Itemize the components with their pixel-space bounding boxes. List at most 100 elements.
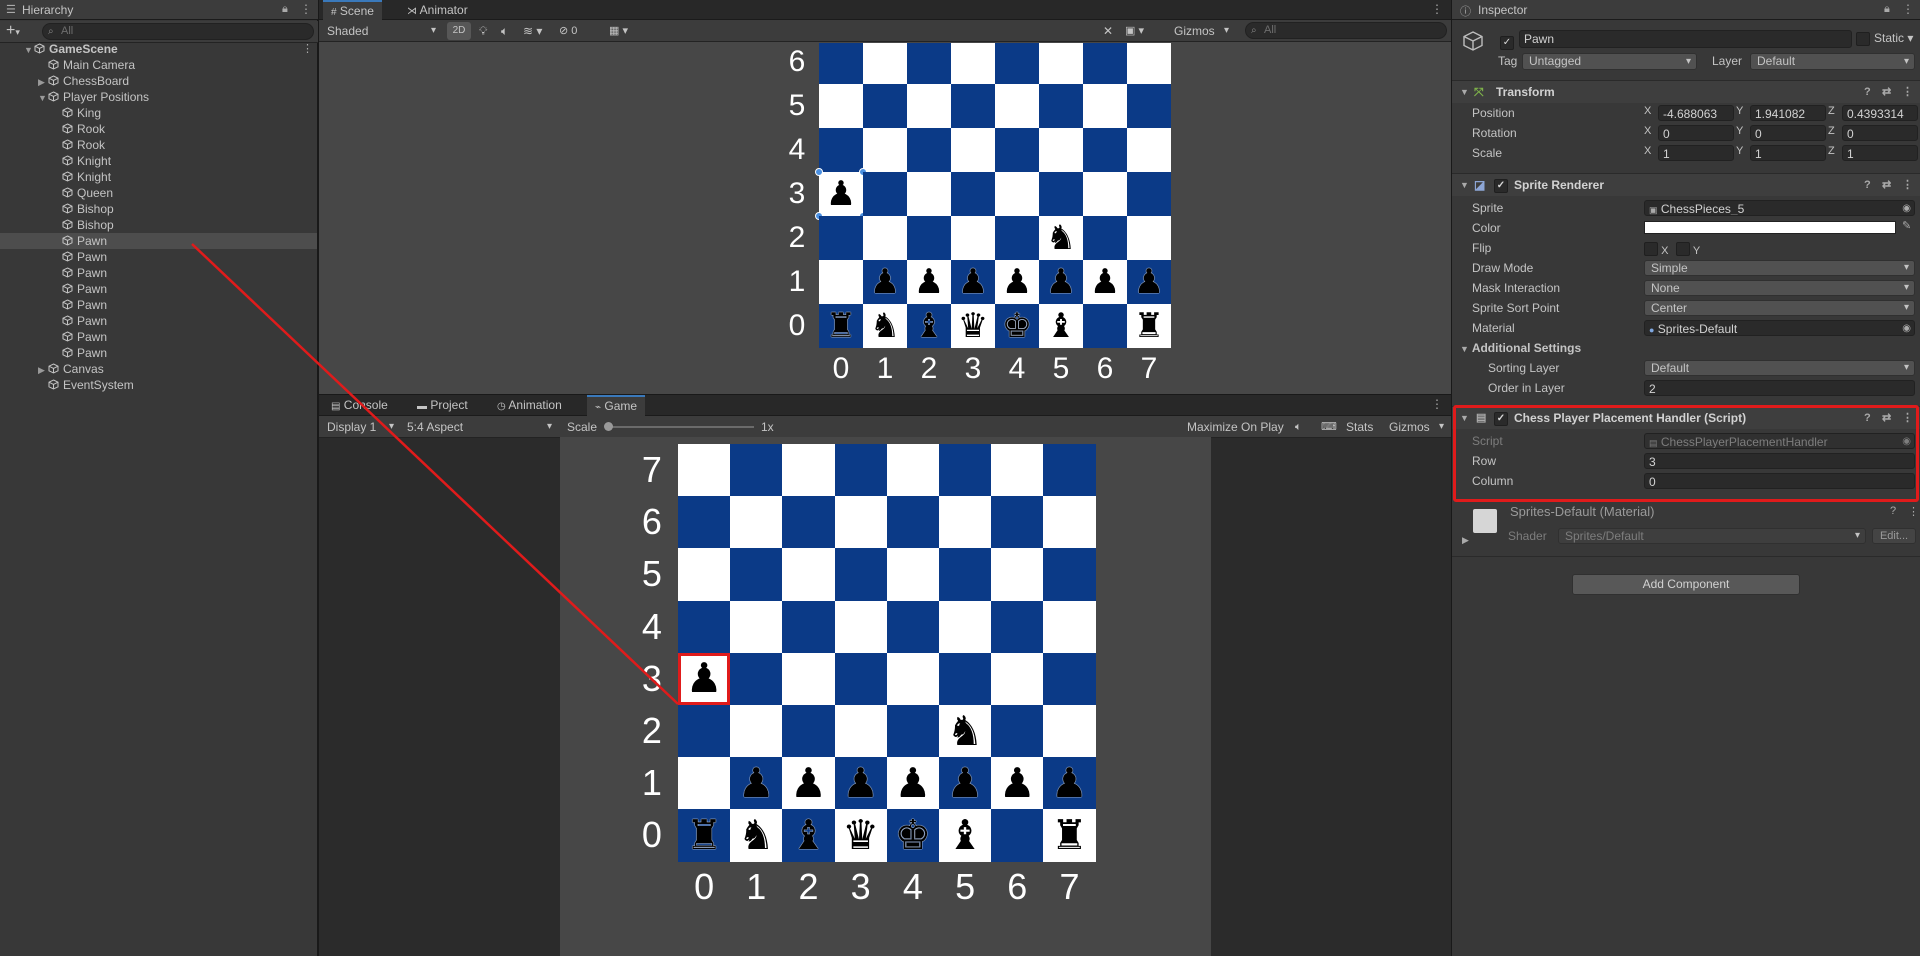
presets-icon[interactable]: ⇄ bbox=[1882, 81, 1891, 103]
effects-icon[interactable]: ≋ ▾ bbox=[523, 22, 542, 40]
chess-piece[interactable]: ♟ bbox=[790, 762, 827, 804]
additional-settings-foldout[interactable]: ▼ Additional Settings bbox=[1460, 338, 1581, 358]
display-dropdown[interactable]: Display 1 bbox=[321, 418, 399, 436]
chess-piece[interactable]: ♟ bbox=[947, 762, 984, 804]
presets-icon[interactable]: ⇄ bbox=[1882, 174, 1891, 196]
sprite-renderer-enabled-checkbox[interactable]: ✓ bbox=[1494, 179, 1508, 193]
tab-game[interactable]: ⌁ Game bbox=[587, 395, 646, 417]
rotation-z-field[interactable]: 0 bbox=[1842, 125, 1918, 141]
foldout-arrow-icon[interactable]: ▶ bbox=[38, 362, 48, 378]
tag-dropdown[interactable]: Untagged bbox=[1522, 53, 1697, 70]
sprite-sort-point-dropdown[interactable]: Center bbox=[1644, 300, 1915, 316]
tab-console[interactable]: ▤ Console bbox=[323, 395, 396, 415]
hierarchy-item[interactable]: Bishop bbox=[0, 217, 317, 233]
chess-piece[interactable]: ♛ bbox=[842, 814, 879, 856]
sprite-field[interactable]: ▣ ChessPieces_5 ◉ bbox=[1644, 200, 1915, 216]
chess-piece[interactable]: ♟ bbox=[958, 265, 988, 299]
tab-scene[interactable]: # Scene bbox=[323, 0, 382, 22]
hierarchy-item[interactable]: ▼ GameScene ⋮ bbox=[0, 41, 317, 57]
grid-snap-icon[interactable]: ▦ ▾ bbox=[609, 22, 628, 40]
chess-piece[interactable]: ♝ bbox=[790, 814, 827, 856]
chess-piece[interactable]: ♟ bbox=[1002, 265, 1032, 299]
rect-handle[interactable] bbox=[815, 168, 823, 176]
game-view-frame[interactable]: ♟ ♞ ♟ ♟ ♟ ♟ ♟ ♟ ♟ ♜ ♞ ♝ ♛ ♚ ♝ ♜ 7 6 5 4 3 2 1 0 0 1 2 3 4 5 6 7 bbox=[560, 437, 1211, 956]
axis-label[interactable]: Y bbox=[1736, 145, 1743, 157]
kebab-menu-icon[interactable]: ⋮ bbox=[1431, 2, 1443, 16]
draw-mode-dropdown[interactable]: Simple bbox=[1644, 260, 1915, 276]
hierarchy-item[interactable]: Pawn bbox=[0, 265, 317, 281]
position-x-field[interactable]: -4.688063 bbox=[1658, 105, 1734, 121]
lock-icon[interactable]: 🔒︎ bbox=[282, 3, 288, 16]
hierarchy-item[interactable]: Pawn bbox=[0, 313, 317, 329]
layer-dropdown[interactable]: Default bbox=[1750, 53, 1915, 70]
scene-gizmos-dropdown[interactable]: Gizmos bbox=[1168, 22, 1234, 40]
tab-inspector[interactable]: Inspector bbox=[1470, 0, 1535, 20]
tab-animator[interactable]: ⋊ Animator bbox=[399, 0, 476, 20]
static-label[interactable]: Static ▾ bbox=[1874, 31, 1913, 45]
flip-y-checkbox[interactable]: Y bbox=[1676, 242, 1700, 257]
lock-icon[interactable]: 🔒︎ bbox=[1884, 3, 1890, 16]
hierarchy-item[interactable]: ▼ Player Positions bbox=[0, 89, 317, 105]
hierarchy-item[interactable]: Rook bbox=[0, 121, 317, 137]
scale-z-field[interactable]: 1 bbox=[1842, 145, 1918, 161]
axis-label[interactable]: Y bbox=[1736, 125, 1743, 137]
object-picker-icon[interactable]: ◉ bbox=[1902, 201, 1911, 215]
tab-hierarchy[interactable]: Hierarchy bbox=[14, 0, 81, 20]
help-icon[interactable]: ? bbox=[1864, 174, 1871, 196]
hidden-objects-icon[interactable]: ⊘ 0 bbox=[559, 22, 577, 40]
axis-label[interactable]: X bbox=[1644, 145, 1651, 157]
component-menu-icon[interactable]: ⋮ bbox=[1902, 174, 1913, 196]
chess-piece[interactable]: ♜ bbox=[1134, 309, 1164, 343]
eyedropper-icon[interactable]: ✎ bbox=[1902, 219, 1911, 232]
shader-edit-button[interactable]: Edit... bbox=[1872, 528, 1916, 544]
hierarchy-item[interactable]: ▶ ChessBoard bbox=[0, 73, 317, 89]
chess-piece[interactable]: ♟ bbox=[842, 762, 879, 804]
foldout-arrow-icon[interactable]: ▶ bbox=[38, 74, 48, 90]
help-icon[interactable]: ? bbox=[1864, 81, 1871, 103]
camera-icon[interactable]: ▣ ▾ bbox=[1125, 22, 1144, 40]
lighting-icon[interactable]: 💡︎ bbox=[479, 22, 487, 40]
chess-piece[interactable]: ♟ bbox=[914, 265, 944, 299]
rotation-x-field[interactable]: 0 bbox=[1658, 125, 1734, 141]
sorting-layer-dropdown[interactable]: Default bbox=[1644, 360, 1915, 376]
object-picker-icon[interactable]: ◉ bbox=[1902, 321, 1911, 335]
hierarchy-item[interactable]: Pawn bbox=[0, 329, 317, 345]
kebab-menu-icon[interactable]: ⋮ bbox=[1902, 2, 1914, 16]
chess-piece[interactable]: ♛ bbox=[958, 309, 988, 343]
chess-piece[interactable]: ♞ bbox=[738, 814, 775, 856]
hierarchy-item[interactable]: Main Camera bbox=[0, 57, 317, 73]
hierarchy-item[interactable]: Pawn bbox=[0, 345, 317, 361]
foldout-arrow-icon[interactable]: ▼ bbox=[38, 90, 48, 106]
foldout-arrow-icon[interactable]: ▼ bbox=[24, 42, 34, 58]
hierarchy-item[interactable]: Pawn bbox=[0, 233, 317, 249]
chess-piece[interactable]: ♝ bbox=[1046, 309, 1076, 343]
position-z-field[interactable]: 0.4393314 bbox=[1842, 105, 1918, 121]
maximize-on-play-toggle[interactable]: Maximize On Play bbox=[1183, 418, 1288, 436]
stats-toggle[interactable]: Stats bbox=[1346, 418, 1373, 436]
chess-piece[interactable]: ♚ bbox=[1002, 309, 1032, 343]
scale-slider-thumb[interactable] bbox=[604, 422, 613, 431]
material-field[interactable]: ● Sprites-Default ◉ bbox=[1644, 320, 1915, 336]
tab-animation[interactable]: ◷ Animation bbox=[489, 395, 570, 415]
hierarchy-item[interactable]: Pawn bbox=[0, 281, 317, 297]
scale-y-field[interactable]: 1 bbox=[1750, 145, 1826, 161]
hierarchy-search-input[interactable]: ⌕ All bbox=[42, 23, 314, 40]
chess-piece[interactable]: ♞ bbox=[947, 710, 984, 752]
keyboard-icon[interactable]: ⌨ bbox=[1321, 418, 1337, 436]
chess-piece[interactable]: ♞ bbox=[1046, 221, 1076, 255]
chess-piece[interactable]: ♚ bbox=[894, 814, 931, 856]
axis-label[interactable]: Z bbox=[1828, 145, 1835, 157]
chess-piece[interactable]: ♜ bbox=[826, 309, 856, 343]
chess-piece[interactable]: ♞ bbox=[870, 309, 900, 343]
chess-piece[interactable]: ♟ bbox=[1134, 265, 1164, 299]
scale-x-field[interactable]: 1 bbox=[1658, 145, 1734, 161]
chess-piece[interactable]: ♝ bbox=[947, 814, 984, 856]
mute-audio-icon[interactable]: 🔈︎ bbox=[1295, 418, 1302, 436]
static-checkbox[interactable] bbox=[1856, 32, 1870, 47]
kebab-menu-icon[interactable]: ⋮ bbox=[1431, 397, 1443, 411]
game-gizmos-dropdown[interactable]: Gizmos bbox=[1383, 418, 1449, 436]
hierarchy-item[interactable]: EventSystem bbox=[0, 377, 317, 393]
hierarchy-item[interactable]: Pawn bbox=[0, 249, 317, 265]
help-icon[interactable]: ? bbox=[1890, 505, 1896, 517]
add-button[interactable]: +▾ bbox=[6, 22, 20, 41]
